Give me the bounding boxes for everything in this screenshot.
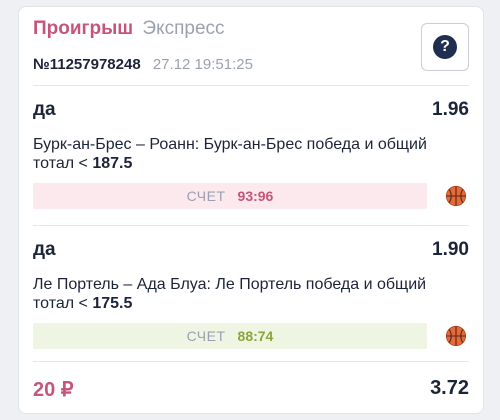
event-description: Ле Портель – Ада Блуа: Ле Портель победа… <box>33 275 463 313</box>
score-value: 88:74 <box>237 328 274 344</box>
score-bar: СЧЕТ 88:74 <box>33 323 427 349</box>
event-line: 175.5 <box>92 295 133 312</box>
divider <box>33 85 469 86</box>
basketball-icon <box>445 185 467 207</box>
bet-result: Проигрыш <box>33 18 134 39</box>
event-odds: 1.90 <box>432 239 469 260</box>
bet-card: Проигрыш Экспресс №11257978248 27.12 19:… <box>18 6 484 414</box>
score-label: СЧЕТ <box>186 188 226 204</box>
event-line: 187.5 <box>92 155 133 172</box>
question-icon: ? <box>433 35 457 59</box>
bet-footer: 20 ₽ 3.72 <box>33 373 469 403</box>
divider <box>33 361 469 362</box>
event-item: да 1.90 Ле Портель – Ада Блуа: Ле Портел… <box>33 235 469 365</box>
bet-header: Проигрыш Экспресс №11257978248 27.12 19:… <box>33 17 469 87</box>
divider <box>33 225 469 226</box>
score-value: 93:96 <box>237 188 274 204</box>
bet-meta: №11257978248 27.12 19:51:25 <box>33 55 253 75</box>
event-odds: 1.96 <box>432 99 469 120</box>
bet-type: Экспресс <box>142 18 225 39</box>
bet-stake: 20 ₽ <box>33 379 74 401</box>
help-button[interactable]: ? <box>421 23 469 71</box>
event-pick: да <box>33 99 56 120</box>
basketball-icon <box>445 325 467 347</box>
score-label: СЧЕТ <box>186 328 226 344</box>
event-item: да 1.96 Бурк-ан-Брес – Роанн: Бурк-ан-Бр… <box>33 95 469 225</box>
bet-id: №11257978248 <box>33 56 141 73</box>
event-description: Бурк-ан-Брес – Роанн: Бурк-ан-Брес побед… <box>33 135 463 173</box>
event-pick: да <box>33 239 56 260</box>
total-odds: 3.72 <box>430 377 469 399</box>
score-bar: СЧЕТ 93:96 <box>33 183 427 209</box>
bet-status-line: Проигрыш Экспресс <box>33 17 469 41</box>
bet-date: 27.12 19:51:25 <box>152 56 253 73</box>
